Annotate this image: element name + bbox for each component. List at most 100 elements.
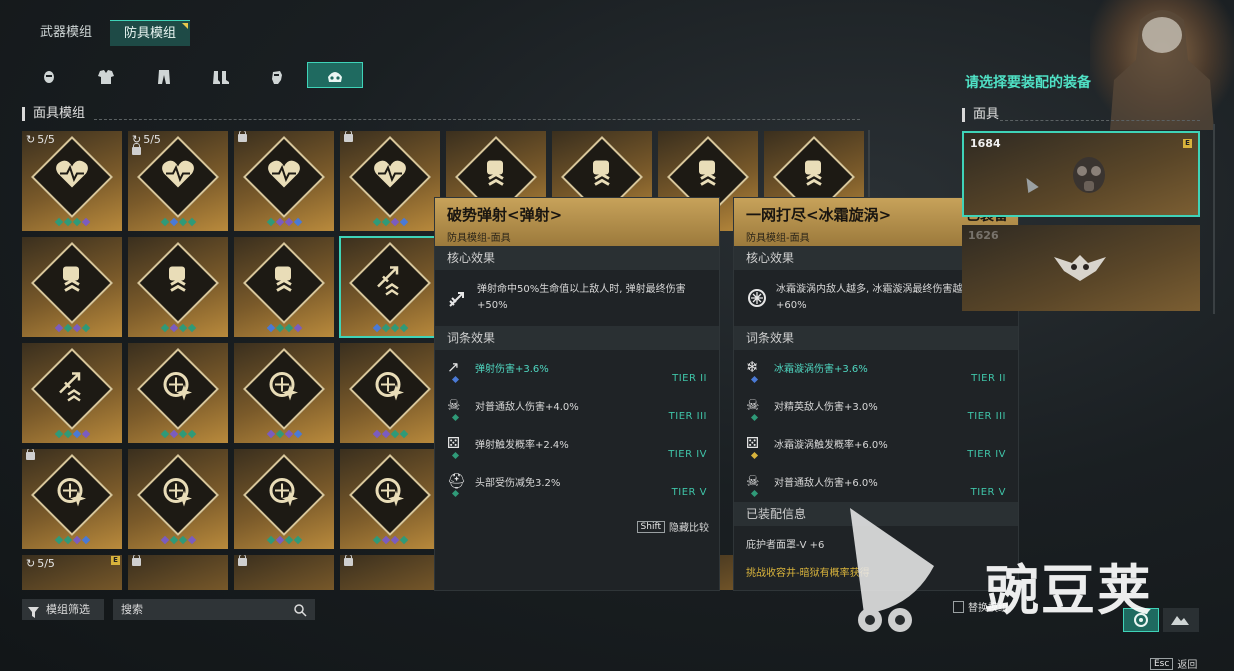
stack-badge: ↻5/5 [26, 557, 55, 570]
select-equipment-prompt: 请选择要装配的装备 [965, 75, 1091, 91]
fist-icon [57, 265, 87, 302]
core-effect-header: 核心效果 [435, 246, 719, 270]
gloves-slot-icon[interactable] [266, 66, 288, 88]
heart-icon [55, 160, 89, 195]
hide-compare-hint[interactable]: Shift 隐藏比较 [636, 519, 709, 534]
quality-gems [22, 323, 122, 333]
quality-gems [22, 429, 122, 439]
affix-row: ☠ 对精英敌人伤害+3.0% TIER III [734, 388, 1018, 426]
back-hint[interactable]: Esc 返回 [1150, 656, 1197, 671]
quality-gems [234, 217, 334, 227]
tier-label: TIER IV [967, 449, 1006, 460]
mod-cell[interactable] [234, 449, 334, 549]
right-scrollbar[interactable] [1213, 124, 1215, 314]
section-divider [94, 119, 860, 120]
affix-row: ☠ 对普通敌人伤害+6.0% TIER V [734, 464, 1018, 502]
quality-gems [340, 535, 440, 545]
gem-icon [451, 451, 460, 460]
affix-header: 词条效果 [734, 326, 1018, 350]
affix-text: 头部受伤减免3.2% [475, 478, 561, 489]
filter-icon [28, 604, 39, 625]
gem-icon [160, 429, 169, 439]
gem-icon [266, 429, 275, 439]
fist-icon [269, 265, 299, 302]
dice-icon: ⚄ [447, 434, 461, 452]
mod-filter-button[interactable]: 模组筛选 [22, 599, 104, 620]
equipment-card[interactable]: 1684 E [962, 131, 1200, 217]
equipment-card[interactable]: 1626 [962, 225, 1200, 311]
tooltip-header: 破势弹射<弹射> 防具模组-面具 [435, 198, 719, 246]
mod-cell[interactable] [128, 449, 228, 549]
tab-armor-mods[interactable]: 防具模组 [110, 20, 191, 46]
elite-skull-icon: ☠ [746, 396, 760, 414]
tier-label: TIER III [967, 411, 1006, 422]
affix-row: ↗ 弹射伤害+3.6% TIER II [435, 350, 719, 388]
gem-icon [390, 535, 399, 545]
mod-cell[interactable] [340, 343, 440, 443]
quality-gems [340, 429, 440, 439]
landscape-filter-tab[interactable] [1163, 608, 1199, 632]
mod-cell[interactable] [128, 237, 228, 337]
mod-cell[interactable] [128, 343, 228, 443]
gem-icon [187, 217, 196, 227]
mod-cell[interactable] [22, 343, 122, 443]
quality-gems [234, 535, 334, 545]
arrow-icon [374, 265, 406, 302]
target-icon [56, 477, 88, 514]
affix-row: ⚄ 冰霜漩涡触发概率+6.0% TIER IV [734, 426, 1018, 464]
gem-icon [399, 535, 408, 545]
mod-cell[interactable] [234, 343, 334, 443]
gem-icon [187, 323, 196, 333]
chest-armor-slot-icon[interactable] [95, 66, 117, 88]
gem-icon [81, 323, 90, 333]
gem-icon [72, 429, 81, 439]
equipped-marker-icon: E [1183, 139, 1192, 148]
mod-cell[interactable] [234, 555, 334, 590]
mod-cell[interactable]: ↻5/5 E [22, 555, 122, 590]
esc-key: Esc [1150, 657, 1174, 670]
gem-icon [169, 535, 178, 545]
target-icon [374, 371, 406, 408]
gem-icon [390, 323, 399, 333]
mod-cell[interactable] [234, 131, 334, 231]
boots-slot-icon[interactable] [210, 66, 232, 88]
mod-cell[interactable] [22, 237, 122, 337]
mask-section-label: 面具 [962, 108, 999, 122]
affix-row: ⛑ 头部受伤减免3.2% TIER V [435, 464, 719, 502]
gem-icon [54, 217, 63, 227]
mod-cell[interactable] [340, 555, 440, 590]
gem-icon [284, 429, 293, 439]
search-input[interactable]: 搜索 [113, 599, 315, 620]
mod-cell[interactable]: ↻ 5/5 [22, 131, 122, 231]
gem-icon [451, 489, 460, 498]
gem-icon [451, 375, 460, 384]
mask-slot-icon[interactable] [38, 66, 60, 88]
helmet-mask-slot-icon[interactable] [324, 66, 346, 88]
mod-cell[interactable] [340, 131, 440, 231]
mod-cell[interactable] [234, 237, 334, 337]
refresh-icon: ↻ [26, 133, 36, 146]
mod-cell[interactable] [22, 449, 122, 549]
mod-cell[interactable] [339, 236, 441, 338]
lock-icon [132, 555, 141, 566]
gem-icon [275, 323, 284, 333]
gem-icon [178, 429, 187, 439]
heart-icon [161, 160, 195, 195]
mod-cell[interactable]: ↻ 5/5 [128, 131, 228, 231]
gem-icon [266, 535, 275, 545]
tab-weapon-mods[interactable]: 武器模组 [26, 20, 106, 46]
frost-vortex-icon [746, 287, 768, 309]
gem-icon [72, 323, 81, 333]
gem-icon [293, 323, 302, 333]
target-icon [374, 477, 406, 514]
gem-icon [81, 217, 90, 227]
gem-icon [390, 429, 399, 439]
gem-icon [372, 535, 381, 545]
mod-cell[interactable] [128, 555, 228, 590]
mod-cell[interactable] [340, 449, 440, 549]
tier-label: TIER III [668, 411, 707, 422]
affix-header: 词条效果 [435, 326, 719, 350]
pants-slot-icon[interactable] [153, 66, 175, 88]
gem-icon [750, 451, 759, 460]
quality-gems [340, 217, 440, 227]
